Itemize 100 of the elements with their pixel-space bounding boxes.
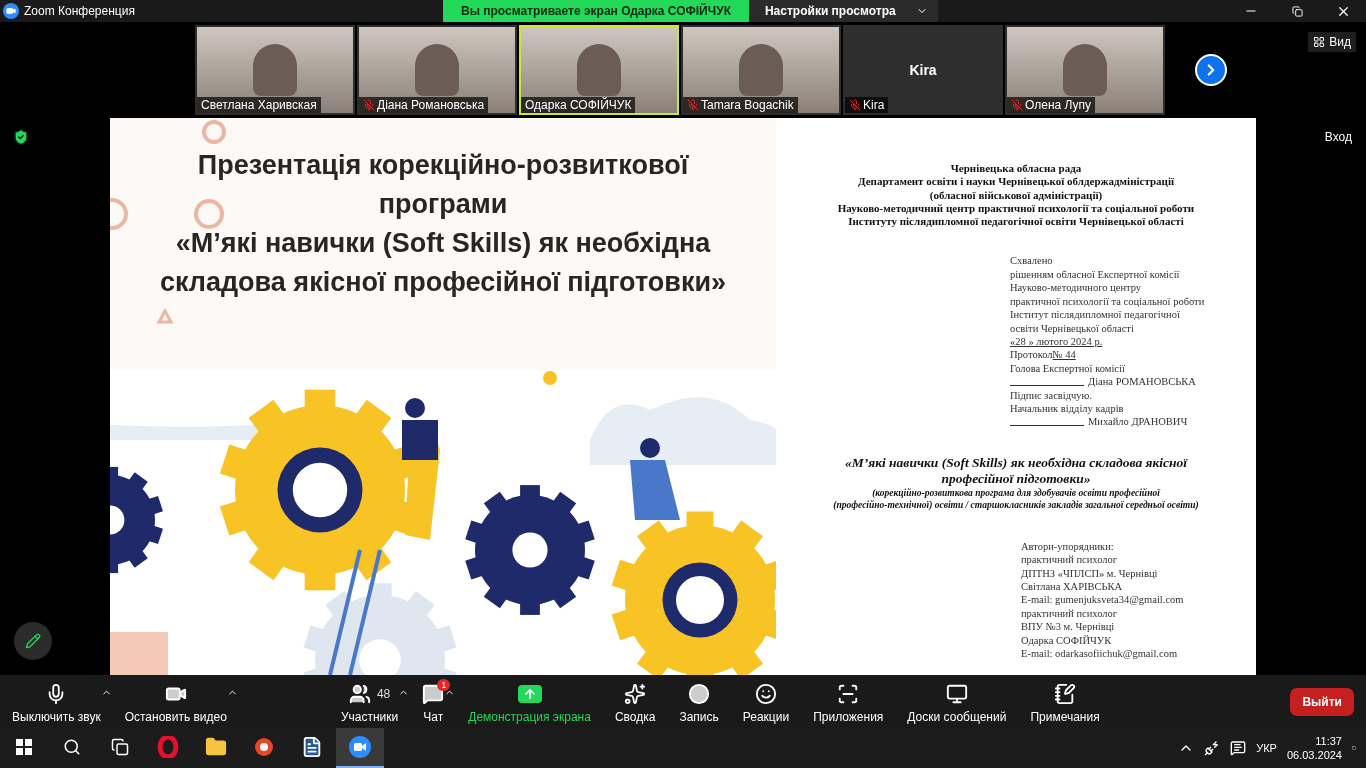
author-line: E-mail: gumenjuksveta34@gmail.com [1021, 593, 1184, 607]
screen-share-notice: Вы просматриваете экран Одарка СОФІЙЧУК [443, 0, 749, 22]
person-silhouette-icon [253, 44, 297, 96]
participant-tile[interactable]: Одарка СОФІЙЧУК [519, 25, 679, 115]
document-header-line: Чернівецька обласна рада [949, 162, 1083, 176]
document-title: «М’які навички (Soft Skills) як необхідна складова якісної [843, 454, 1189, 471]
approval-line: Голова Експертної комісії [1010, 361, 1125, 376]
task-view-icon [111, 738, 129, 756]
approval-line: Науково-методичного центру [1010, 281, 1142, 295]
power-plug-icon[interactable] [1204, 740, 1221, 756]
approval-line: рішенням обласної Експертної комісії [1010, 267, 1180, 282]
participant-name: Kira [909, 62, 937, 78]
document-subtitle: (професійно-технічної) освіти / старшокласників закладів загальної середньої освіти) [832, 499, 1200, 512]
person-silhouette-icon [577, 44, 621, 96]
folder-icon [205, 736, 227, 758]
toolbar-button[interactable]: Сводка [602, 679, 668, 724]
toolbar-button[interactable]: Реакции [730, 679, 802, 724]
document-title: професійної підготовки» [940, 470, 1092, 487]
clock-time: 11:37 [1315, 734, 1342, 748]
protocol-label: Протокол [1010, 348, 1053, 362]
person-silhouette-icon [1063, 44, 1107, 96]
slide-title: Презентація корекційно-розвиткової [197, 149, 689, 182]
notes-icon [1054, 683, 1076, 705]
toolbar-button[interactable]: 1 Чат [410, 679, 457, 724]
toolbar-button[interactable]: Демонстрация экрана [456, 679, 603, 724]
approval-line: Підпис засвідчую. [1010, 388, 1093, 402]
toolbar-button[interactable]: Примечания [1018, 679, 1112, 724]
author-line: практичний психолог [1021, 606, 1118, 621]
author-line: Автори-упорядники: [1021, 539, 1114, 554]
slide-title: «М’які навички (Soft Skills) як необхідна [175, 227, 711, 260]
toolbar-button[interactable]: Остановить видео [112, 679, 239, 724]
signatory-name: Михайло ДРАНОВИЧ [1088, 415, 1188, 429]
approval-line: Інститут післядипломної педагогічної [1010, 308, 1180, 322]
author-line: ДПТНЗ «ЧПЛСП» м. Чернівці [1021, 566, 1158, 580]
unread-badge: 1 [437, 679, 451, 691]
participant-tile[interactable]: Светлана Харивская [195, 25, 355, 115]
video-call-icon [348, 735, 372, 759]
participant-name: Светлана Харивская [201, 98, 317, 112]
search-icon [63, 738, 81, 756]
whiteboard-icon [945, 683, 968, 705]
next-page-button[interactable] [1195, 54, 1227, 86]
toolbar-button[interactable]: Запись [667, 679, 731, 724]
document-header-line: Інституту післядипломної педагогічної освіти Чернівецької області [847, 215, 1185, 229]
approval-line: Начальник відділу кадрів [1010, 401, 1124, 416]
view-button[interactable]: Вид [1308, 32, 1356, 52]
document-icon [301, 736, 323, 758]
slide-title: програми [378, 188, 508, 221]
participant-tile[interactable]: Олена Лупу [1005, 25, 1165, 115]
shield-icon[interactable] [12, 128, 30, 146]
participant-name: Kira [863, 98, 885, 112]
participant-name: Tamara Bogachik [701, 98, 794, 112]
approval-line: освіти Чернівецької області [1010, 321, 1134, 335]
slide-title: складова якісної професійної підготовки» [159, 266, 727, 299]
restore-icon [1291, 5, 1303, 17]
pencil-icon [25, 633, 41, 649]
annotate-button[interactable] [14, 622, 52, 660]
person-silhouette-icon [415, 44, 459, 96]
apps-icon [837, 683, 860, 705]
clock-date: 06.03.2024 [1286, 748, 1342, 762]
participant-tile[interactable]: Tamara Bogachik [681, 25, 841, 115]
approval-date: «28 » лютого 2024 р. [1010, 334, 1103, 349]
person-silhouette-icon [739, 44, 783, 96]
record-icon [688, 683, 711, 705]
document-header-line: (обласної військової адміністрації) [928, 188, 1104, 202]
smiley-icon [754, 683, 777, 705]
sparkle-icon [624, 683, 647, 705]
participant-tile[interactable]: Діана Романовська [357, 25, 517, 115]
author-line: ВПУ №3 м. Чернівці [1021, 620, 1115, 634]
doodle-icon [194, 196, 224, 232]
taskbar-app[interactable] [336, 728, 384, 768]
toolbar-button[interactable]: Приложения [801, 679, 896, 724]
enter-label[interactable]: Вход [1324, 130, 1352, 144]
document-subtitle: (корекційно-розвиткова програма для здобувачів освіти професійної [871, 486, 1162, 500]
participant-name: Одарка СОФІЙЧУК [525, 98, 632, 112]
browser-icon [157, 736, 179, 758]
message-icon[interactable] [1230, 740, 1247, 756]
keyboard-language[interactable]: УКР [1256, 742, 1277, 754]
toolbar-button[interactable]: Доски сообщений [895, 679, 1019, 724]
people-icon [348, 683, 371, 705]
participant-tile[interactable]: Kira Kira [843, 25, 1003, 115]
window-title: Zoom Конференция [24, 4, 135, 18]
signatory-name: Діана РОМАНОВСЬКА [1088, 375, 1196, 389]
doodle-icon [110, 196, 130, 232]
author-line: Світлана ХАРІВСЬКА [1021, 580, 1123, 594]
toolbar-button[interactable]: Выключить звук [0, 679, 113, 724]
app-icon [253, 736, 275, 758]
participant-name: Олена Лупу [1025, 98, 1092, 112]
grid-icon [1313, 36, 1326, 48]
approval-line: Схвалено [1010, 254, 1053, 268]
document-header-line: Департамент освіти і науки Чернівецької облдержадміністрації [856, 175, 1176, 189]
chat-bubble-icon [422, 683, 445, 705]
toolbar-button[interactable]: 48 Участники [328, 679, 411, 724]
author-line: Одарка СОФІЙЧУК [1021, 633, 1112, 647]
view-options-button[interactable]: Настройки просмотра [748, 0, 938, 22]
participant-name: Діана Романовська [377, 98, 485, 112]
leave-button[interactable]: Выйти [1290, 687, 1354, 716]
document-header-line: Науково-методичний центр практичної психології та соціальної роботи [836, 201, 1196, 216]
approval-line: практичної психології та соціальної роботи [1010, 294, 1205, 309]
author-line: практичний психолог [1021, 553, 1118, 567]
participant-count: 48 [376, 687, 391, 701]
